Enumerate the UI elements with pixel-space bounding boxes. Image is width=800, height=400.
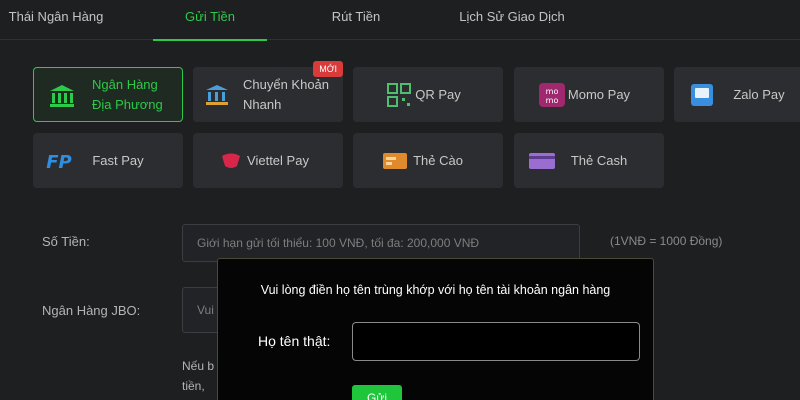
method-viettel-pay[interactable]: Viettel Pay xyxy=(193,133,343,188)
tab-bar: Thái Ngân Hàng Gửi Tiền Rút Tiền Lịch Sử… xyxy=(0,0,800,41)
method-zalo-pay[interactable]: Zalo Pay xyxy=(674,67,800,122)
method-cash-card[interactable]: Thẻ Cash xyxy=(514,133,664,188)
tab-history[interactable]: Lịch Sử Giao Dịch xyxy=(445,0,579,40)
submit-button[interactable]: Gửi xyxy=(352,385,402,400)
hint-line-1: Nếu b xyxy=(182,359,215,373)
tab-withdraw[interactable]: Rút Tiền xyxy=(314,0,398,40)
method-qr-pay[interactable]: QR Pay xyxy=(353,67,503,122)
method-label: Momo Pay xyxy=(567,86,631,102)
method-label: Fast Pay xyxy=(92,152,144,168)
method-label: Viettel Pay xyxy=(247,152,309,168)
method-label: Zalo Pay xyxy=(733,86,785,102)
tab-bank[interactable]: Thái Ngân Hàng xyxy=(0,0,112,40)
hint-line-2: tiền, xyxy=(182,379,205,393)
method-fast-pay[interactable]: FP Fast Pay xyxy=(33,133,183,188)
method-label: Thẻ Cào xyxy=(413,152,463,168)
method-local-bank[interactable]: Ngân Hàng Địa Phương xyxy=(33,67,183,122)
method-label: Chuyển Khoản Nhanh xyxy=(243,76,330,112)
method-momo-pay[interactable]: mo mo Momo Pay xyxy=(514,67,664,122)
method-scratch-card[interactable]: Thẻ Cào xyxy=(353,133,503,188)
method-label: Ngân Hàng Địa Phương xyxy=(92,76,163,112)
method-label: Thẻ Cash xyxy=(570,152,628,168)
method-fast-transfer[interactable]: Chuyển Khoản Nhanh MỚI xyxy=(193,61,343,122)
real-name-label: Họ tên thật: xyxy=(258,333,331,349)
method-label: QR Pay xyxy=(415,86,461,102)
dialog-message: Vui lòng điền họ tên trùng khớp với họ t… xyxy=(260,283,611,297)
amount-input[interactable]: Giới hạn gửi tối thiểu: 100 VNĐ, tối đa:… xyxy=(182,224,580,262)
real-name-dialog: Vui lòng điền họ tên trùng khớp với họ t… xyxy=(217,258,654,400)
new-badge: MỚI xyxy=(313,61,343,77)
real-name-input[interactable] xyxy=(352,322,640,361)
rate-note: (1VNĐ = 1000 Đồng) xyxy=(610,234,723,248)
bank-label: Ngân Hàng JBO: xyxy=(42,303,141,318)
tab-deposit[interactable]: Gửi Tiền xyxy=(153,0,267,41)
amount-label: Số Tiền: xyxy=(42,234,90,249)
